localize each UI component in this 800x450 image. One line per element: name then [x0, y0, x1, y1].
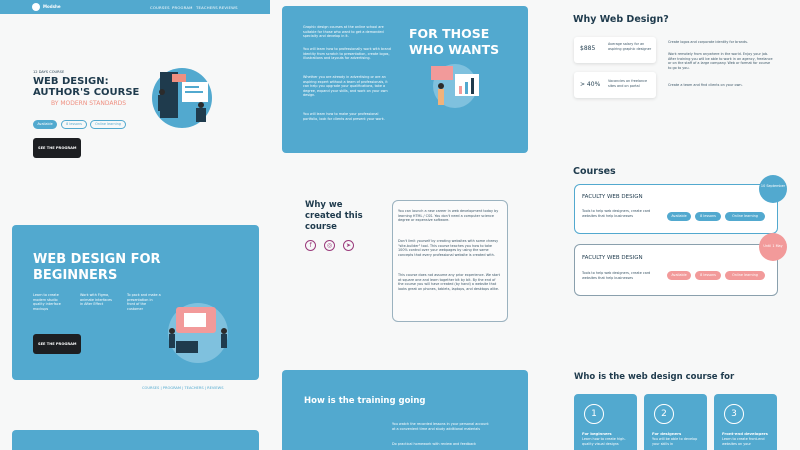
why-created-title-line3: course — [305, 222, 337, 232]
nav-reviews[interactable]: REVIEWS — [219, 5, 238, 10]
for-those-para-2: You will learn how to professionally wor… — [303, 47, 391, 61]
footer-nav[interactable]: COURSES | PROGRAM | TEACHERS | REVIEWS — [142, 386, 224, 390]
course-2-name: FACULTY WEB DESIGN — [582, 255, 643, 261]
training-line-2: Do practical homework with review and fe… — [392, 442, 476, 446]
hero-title-line1: WEB DESIGN: — [33, 76, 109, 87]
training-title: How is the training going — [304, 396, 426, 406]
facebook-icon[interactable]: f — [305, 240, 316, 251]
course-2-tag-available: Available — [667, 271, 691, 280]
who-for-title: Who is the web design course for — [574, 372, 735, 382]
course-1-name: FACULTY WEB DESIGN — [582, 194, 643, 200]
telegram-icon[interactable]: ➤ — [343, 240, 354, 251]
who-card-1-text: Learn how to create high-quality visual … — [582, 437, 626, 446]
beginners-feature-2: Work with Figma, animate interfaces in A… — [80, 293, 112, 307]
beginners-title-line2: BEGINNERS — [33, 268, 118, 283]
nav-courses[interactable]: COURSES — [150, 5, 170, 10]
stat-salary-value: $885 — [580, 45, 596, 52]
who-card-2-title: For designers — [652, 431, 682, 436]
hero-illustration — [152, 68, 212, 128]
for-those-title-line2: WHO WANTS — [409, 42, 500, 57]
course-1-desc: Tools to help web designers, create card… — [582, 209, 651, 218]
why-web-para-2: Work remotely from anywhere in the world… — [668, 52, 773, 70]
hero-tag-lessons: 8 lessons — [61, 120, 87, 129]
hero-cta-button[interactable]: SEE THE PROGRAM — [33, 138, 81, 158]
why-created-para-1: You can launch a new career in web devel… — [398, 209, 499, 223]
course-1-tag-available: Available — [667, 212, 691, 221]
who-card-1-number: 1 — [584, 404, 604, 424]
for-those-title-line1: FOR THOSE — [409, 26, 490, 41]
why-created-title-line1: Why we — [305, 200, 343, 210]
course-1-tag-online: Online learning — [725, 212, 765, 221]
instagram-icon[interactable]: ◎ — [324, 240, 335, 251]
course-card-2[interactable] — [574, 244, 778, 296]
who-card-2-number: 2 — [654, 404, 674, 424]
who-card-1-title: For beginners — [582, 431, 612, 436]
course-1-date-badge — [759, 175, 787, 203]
beginners-title-line1: WEB DESIGN FOR — [33, 252, 161, 267]
training-panel — [282, 370, 528, 450]
course-2-tag-lessons: 8 lessons — [695, 271, 721, 280]
beginners-cta-button[interactable]: SEE THE PROGRAM — [33, 334, 81, 354]
logo-text[interactable]: Modshe — [43, 4, 61, 9]
stat-salary-text: Average salary for an aspiring graphic d… — [608, 42, 652, 51]
why-web-para-3: Create a team and find clients on your o… — [668, 83, 743, 87]
hero-tag-online: Online learning — [90, 120, 126, 129]
for-those-para-1: Graphic design courses at the online sch… — [303, 25, 384, 39]
for-those-illustration — [431, 64, 479, 108]
course-1-date-text: 10 September — [760, 184, 786, 188]
course-2-desc: Tools to help web designers, create card… — [582, 271, 651, 280]
hero-eyebrow: 12 DAYS COURSE — [33, 70, 65, 74]
beginners-feature-3: To pack and make a presentation in front… — [127, 293, 161, 311]
who-card-3-title: Front-end developers — [722, 431, 768, 436]
stat-vacancies-value: > 40% — [580, 81, 601, 88]
beginners-illustration — [168, 303, 228, 363]
why-created-title-line2: created this — [305, 211, 363, 221]
nav-program[interactable]: PROGRAM — [172, 5, 193, 10]
for-those-para-3: Whether you are already in advertising o… — [303, 75, 388, 98]
beginners-feature-1: Learn to create modern studio quality in… — [33, 293, 61, 311]
bottom-panel-left — [12, 430, 259, 450]
course-2-date-text: Until 1 May — [763, 244, 783, 248]
why-created-para-2: Don't limit yourself by creating website… — [398, 239, 499, 257]
who-card-3-number: 3 — [724, 404, 744, 424]
who-card-2-text: You will be able to develop your skills … — [652, 437, 698, 446]
course-2-tag-online: Online learning — [725, 271, 765, 280]
courses-title: Courses — [573, 166, 616, 177]
nav-teachers[interactable]: TEACHERS — [196, 5, 218, 10]
stat-vacancies-text: Vacancies on freelance sites and on port… — [608, 79, 648, 88]
training-line-1: You watch the recorded lessons in your p… — [392, 422, 489, 431]
course-1-tag-lessons: 8 lessons — [695, 212, 721, 221]
why-created-para-3: This course does not assume any prior ex… — [398, 273, 500, 291]
for-those-para-4: You will learn how to make your professi… — [303, 112, 385, 121]
who-card-3-text: Learn to create front-end websites on yo… — [722, 437, 765, 446]
hero-title-line2: AUTHOR'S COURSE — [33, 87, 140, 98]
why-web-title: Why Web Design? — [573, 14, 669, 25]
logo-icon[interactable] — [32, 3, 40, 11]
hero-tag-available: Available — [33, 120, 57, 129]
hero-subtitle: BY MODERN STANDARDS — [51, 100, 127, 107]
why-web-para-1: Create logos and corporate identity for … — [668, 40, 748, 44]
